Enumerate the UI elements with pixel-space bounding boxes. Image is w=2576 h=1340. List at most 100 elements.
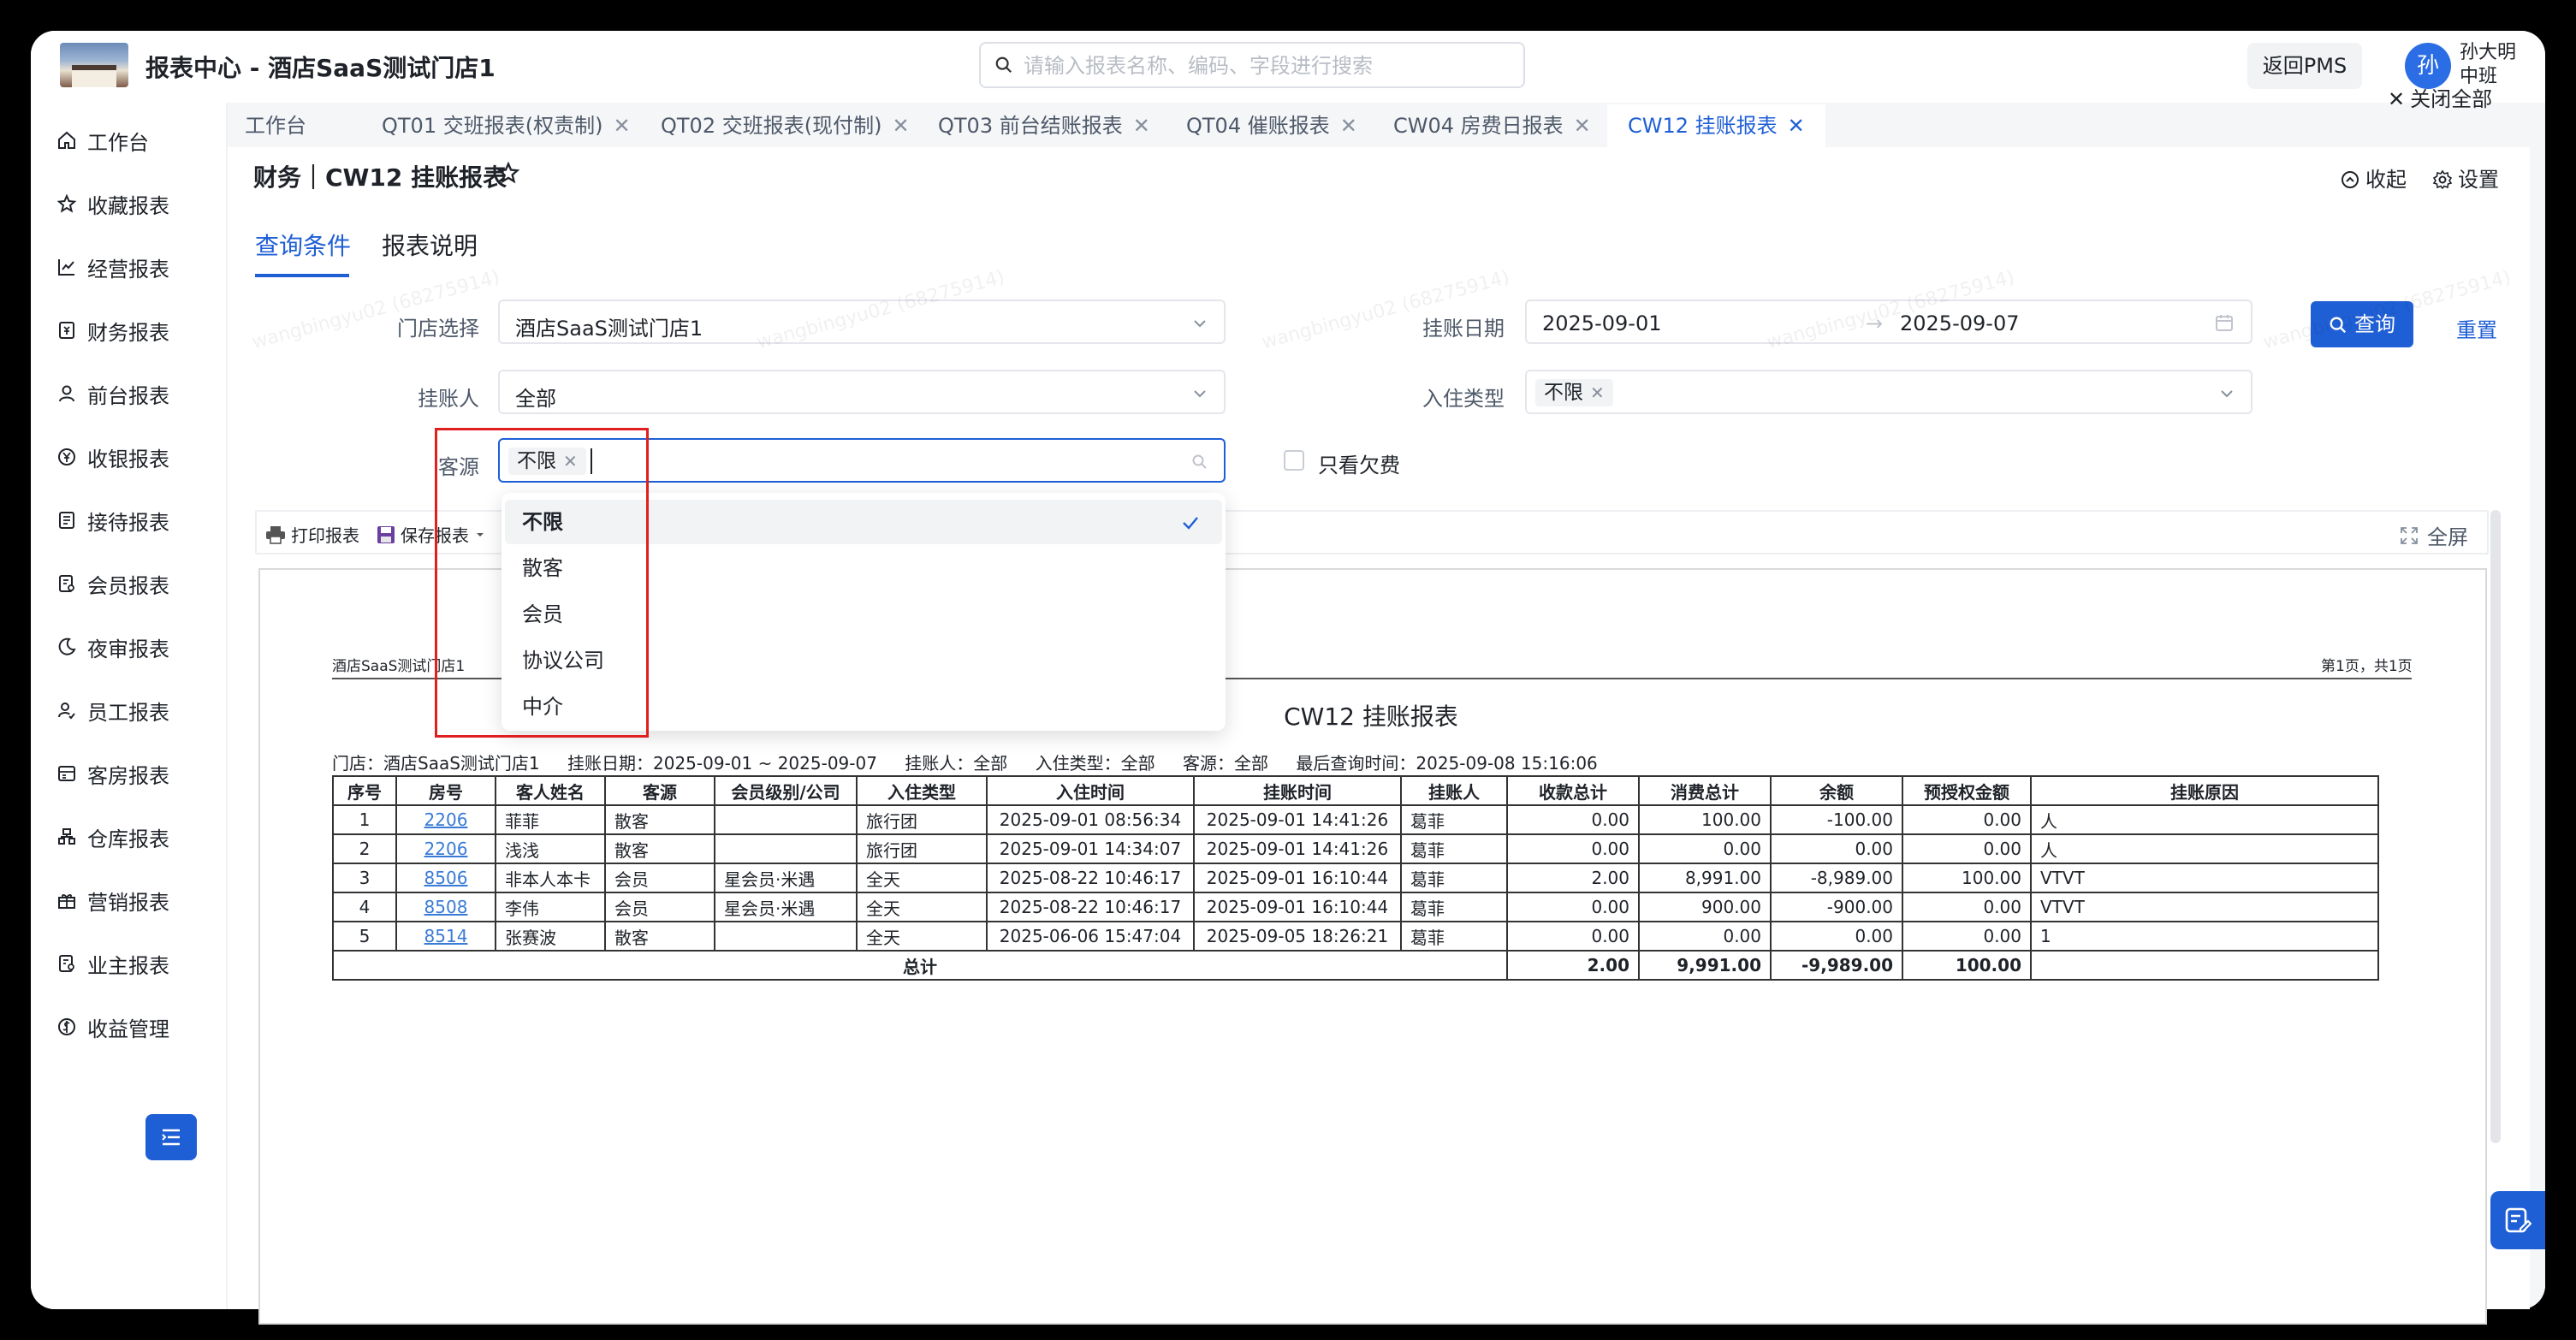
- sidebar-item-label: 仓库报表: [87, 827, 169, 851]
- printer-icon: [266, 525, 285, 544]
- date-range-picker[interactable]: 2025-09-01 → 2025-09-07: [1525, 299, 2253, 344]
- sidebar-item-label: 前台报表: [87, 383, 169, 408]
- room-link[interactable]: 8508: [424, 897, 468, 917]
- sidebar: 工作台 收藏报表 经营报表 财务报表 前台报表 收银报表 接待报表 会员报表 夜…: [31, 103, 228, 1309]
- tab-qt02[interactable]: QT02 交班报表(现付制) ✕: [661, 104, 910, 147]
- cell-checkin-type: 旅行团: [856, 804, 988, 835]
- room-link[interactable]: 2206: [424, 839, 468, 859]
- cell-charger: 葛菲: [1400, 833, 1508, 864]
- report-scrollbar[interactable]: [2490, 510, 2501, 1143]
- tab-label: CW04 房费日报表: [1393, 114, 1564, 138]
- sidebar-item-marketing[interactable]: 营销报表: [56, 883, 169, 917]
- tab-cw04[interactable]: CW04 房费日报表 ✕: [1393, 104, 1591, 147]
- star-icon[interactable]: [496, 161, 520, 185]
- store-select[interactable]: 酒店SaaS测试门店1: [498, 299, 1226, 344]
- sidebar-item-nightaudit[interactable]: 夜审报表: [56, 630, 169, 664]
- cell-charge-time: 2025-09-05 18:26:21: [1193, 921, 1402, 952]
- sidebar-item-owner[interactable]: 业主报表: [56, 946, 169, 981]
- tab-qt01[interactable]: QT01 交班报表(权责制) ✕: [382, 104, 631, 147]
- sidebar-item-label: 客房报表: [87, 763, 169, 788]
- close-icon[interactable]: ✕: [613, 114, 630, 138]
- fullscreen-icon: [2401, 526, 2418, 544]
- sidebar-item-member[interactable]: 会员报表: [56, 566, 169, 601]
- column-header: 挂账人: [1400, 775, 1508, 806]
- return-pms-button[interactable]: 返回PMS: [2247, 43, 2362, 89]
- collapse-link[interactable]: 收起: [2340, 163, 2407, 193]
- checkin-type-label: 入住类型: [1422, 387, 1505, 411]
- sidebar-item-workbench[interactable]: 工作台: [56, 123, 149, 157]
- tab-qt03[interactable]: QT03 前台结账报表 ✕: [938, 104, 1150, 147]
- warehouse-icon: [58, 828, 75, 845]
- sidebar-item-favorites[interactable]: 收藏报表: [56, 187, 169, 221]
- reset-button[interactable]: 重置: [2456, 313, 2497, 343]
- page-title: 财务｜CW12 挂账报表: [253, 163, 507, 192]
- tab-cw12[interactable]: CW12 挂账报表 ✕: [1607, 104, 1825, 147]
- checkin-type-select[interactable]: 不限 ✕: [1525, 370, 2253, 414]
- tab-report-description[interactable]: 报表说明: [382, 228, 478, 262]
- owner-icon: [59, 955, 74, 972]
- star-icon: [56, 193, 77, 213]
- tab-workbench[interactable]: 工作台: [245, 104, 306, 147]
- tab-label: 工作台: [245, 114, 306, 138]
- hotel-logo: [60, 43, 128, 87]
- person-select[interactable]: 全部: [498, 370, 1226, 414]
- cell-preauth: 100.00: [1902, 863, 2032, 893]
- gift-icon: [58, 894, 75, 909]
- sidebar-item-label: 会员报表: [87, 573, 169, 598]
- close-icon[interactable]: ✕: [892, 114, 909, 138]
- cell-balance: 0.00: [1770, 833, 1903, 864]
- close-all-tabs[interactable]: ✕ 关闭全部: [2388, 82, 2492, 112]
- sidebar-item-finance[interactable]: 财务报表: [56, 313, 169, 347]
- sidebar-item-revenue[interactable]: 收益管理: [56, 1010, 169, 1044]
- active-tab-underline: [255, 274, 349, 277]
- fullscreen-button[interactable]: 全屏: [2400, 520, 2468, 550]
- close-icon[interactable]: ✕: [1574, 114, 1591, 138]
- search-input[interactable]: [1022, 50, 1513, 81]
- date-start: 2025-09-01: [1542, 311, 1662, 335]
- sidebar-item-frontdesk[interactable]: 前台报表: [56, 377, 169, 411]
- doc-icon: [59, 512, 74, 529]
- yen-icon: [58, 448, 75, 465]
- cell-member-level: 星会员·米遇: [714, 892, 858, 922]
- query-button[interactable]: 查询: [2311, 301, 2413, 347]
- tab-query-conditions[interactable]: 查询条件: [255, 228, 351, 262]
- close-icon[interactable]: ✕: [1590, 382, 1605, 403]
- floating-edit-button[interactable]: [2490, 1191, 2545, 1249]
- sidebar-item-cashier[interactable]: 收银报表: [56, 440, 169, 474]
- store-label: 门店选择: [397, 317, 479, 341]
- print-report-button[interactable]: 打印报表: [265, 522, 359, 547]
- cell-charge-time: 2025-09-01 14:41:26: [1193, 804, 1402, 835]
- arrears-only-checkbox[interactable]: [1284, 450, 1304, 471]
- chevron-down-icon: [1194, 390, 1206, 398]
- sidebar-item-warehouse[interactable]: 仓库报表: [56, 820, 169, 854]
- date-separator: →: [1866, 311, 1884, 335]
- sidebar-item-business[interactable]: 经营报表: [56, 250, 169, 284]
- report-table: 序号 房号 客人姓名 客源 会员级别/公司 入住类型 入住时间 挂账时间 挂账人…: [332, 775, 2379, 981]
- print-label: 打印报表: [291, 525, 359, 546]
- close-icon[interactable]: ✕: [1133, 114, 1150, 138]
- room-link[interactable]: 2206: [424, 809, 468, 830]
- sidebar-item-label: 接待报表: [87, 510, 169, 535]
- sidebar-item-label: 夜审报表: [87, 637, 169, 661]
- cell-consumption: 0.00: [1638, 833, 1772, 864]
- room-link[interactable]: 8506: [424, 868, 468, 888]
- sidebar-item-reception[interactable]: 接待报表: [56, 503, 169, 537]
- cell-charger: 葛菲: [1400, 892, 1508, 922]
- member-icon: [59, 575, 74, 592]
- cell-balance: -900.00: [1770, 892, 1903, 922]
- close-all-label: 关闭全部: [2410, 87, 2493, 111]
- date-end: 2025-09-07: [1900, 311, 2020, 335]
- sidebar-item-staff[interactable]: 员工报表: [56, 693, 169, 727]
- report-search[interactable]: [979, 42, 1525, 88]
- settings-link[interactable]: 设置: [2432, 163, 2499, 193]
- room-link[interactable]: 8514: [424, 926, 468, 946]
- sidebar-item-label: 财务报表: [87, 320, 169, 345]
- close-icon[interactable]: ✕: [1340, 114, 1357, 138]
- tab-qt04[interactable]: QT04 催账报表 ✕: [1186, 104, 1357, 147]
- close-icon[interactable]: ✕: [1788, 114, 1805, 138]
- cell-consumption: 0.00: [1638, 921, 1772, 952]
- sidebar-item-room[interactable]: 客房报表: [56, 756, 169, 791]
- cell-checkin-time: 2025-06-06 15:47:04: [986, 921, 1195, 952]
- sidebar-collapse-button[interactable]: [145, 1114, 197, 1160]
- search-icon: [2330, 317, 2347, 334]
